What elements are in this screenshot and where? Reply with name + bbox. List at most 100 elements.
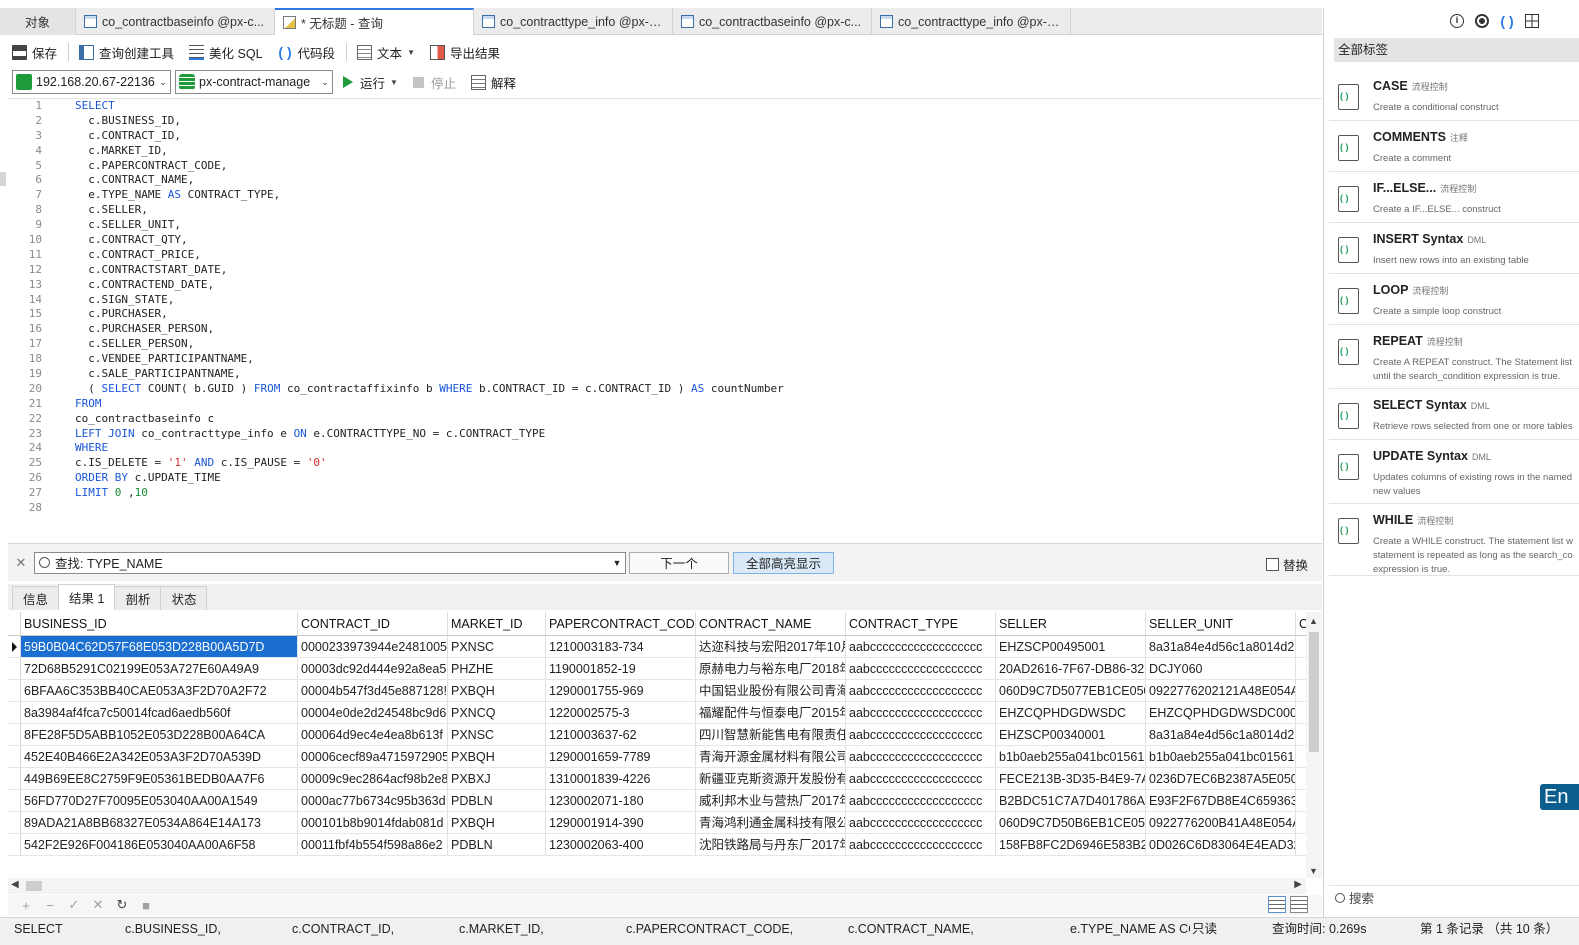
- tab-contractbaseinfo-1[interactable]: co_contractbaseinfo @px-c...: [76, 8, 275, 35]
- row-indicator[interactable]: [8, 812, 21, 833]
- snippet-item[interactable]: COMMENTS注释 Create a comment: [1329, 121, 1579, 172]
- table-cell[interactable]: aabcccccccccccccccccc: [846, 636, 996, 657]
- export-result-button[interactable]: 导出结果: [429, 43, 500, 62]
- row-indicator[interactable]: [8, 724, 21, 745]
- scroll-up-icon[interactable]: ▲: [1309, 616, 1318, 626]
- table-row[interactable]: 72D68B5291C02199E053A727E60A49A9 00003dc9…: [8, 658, 1306, 680]
- table-cell[interactable]: 0922776200B41A48E054A: [1146, 812, 1296, 833]
- table-cell[interactable]: [1296, 768, 1306, 789]
- table-cell[interactable]: 1290001755-969: [546, 680, 696, 701]
- table-cell[interactable]: 1220002575-3: [546, 702, 696, 723]
- snippet-item[interactable]: WHILE流程控制 Create a WHILE construct. The s…: [1329, 504, 1579, 576]
- table-cell[interactable]: 72D68B5291C02199E053A727E60A49A9: [21, 658, 298, 679]
- table-cell[interactable]: aabcccccccccccccccccc: [846, 746, 996, 767]
- table-cell[interactable]: 8a3984af4fca7c50014fcad6aedb560f: [21, 702, 298, 723]
- table-cell[interactable]: PXNSC: [448, 724, 546, 745]
- snippet-item[interactable]: UPDATE SyntaxDML Updates columns of exist…: [1329, 440, 1579, 504]
- table-cell[interactable]: PXNCQ: [448, 702, 546, 723]
- table-cell[interactable]: 0000ac77b6734c95b363d: [298, 790, 448, 811]
- column-header[interactable]: MARKET_ID: [448, 612, 546, 635]
- row-indicator[interactable]: [8, 790, 21, 811]
- column-header[interactable]: BUSINESS_ID: [21, 612, 298, 635]
- row-indicator[interactable]: [8, 768, 21, 789]
- table-cell[interactable]: 00006cecf89a4715972905: [298, 746, 448, 767]
- table-cell[interactable]: 四川智慧新能售电有限责任公: [696, 724, 846, 745]
- ime-indicator[interactable]: En: [1540, 784, 1579, 810]
- table-cell[interactable]: b1b0aeb255a041bc01561: [996, 746, 1146, 767]
- snippet-item[interactable]: REPEAT流程控制 Create A REPEAT construct. The…: [1329, 325, 1579, 389]
- table-cell[interactable]: 青海开源金属材料有限公司与: [696, 746, 846, 767]
- table-cell[interactable]: [1296, 658, 1306, 679]
- column-header[interactable]: CONTRACT_TYPE: [846, 612, 996, 635]
- table-cell[interactable]: 1310001839-4226: [546, 768, 696, 789]
- tab-objects[interactable]: 对象: [0, 8, 76, 35]
- column-header[interactable]: CONTRACT_NAME: [696, 612, 846, 635]
- table-cell[interactable]: aabcccccccccccccccccc: [846, 768, 996, 789]
- table-cell[interactable]: EHZCQPHDGDWSDC0001: [1146, 702, 1296, 723]
- table-cell[interactable]: 060D9C7D5077EB1CE050: [996, 680, 1146, 701]
- table-cell[interactable]: EHZSCP00340001: [996, 724, 1146, 745]
- column-header[interactable]: SELLER_UNIT: [1146, 612, 1296, 635]
- snippet-item[interactable]: LOOP流程控制 Create a simple loop construct: [1329, 274, 1579, 325]
- table-cell[interactable]: 56FD770D27F70095E053040AA00A1549: [21, 790, 298, 811]
- table-cell[interactable]: B2BDC51C7A7D401786A7: [996, 790, 1146, 811]
- table-cell[interactable]: 158FB8FC2D6946E583B2C: [996, 834, 1146, 855]
- apply-check-icon[interactable]: ✓: [62, 897, 86, 913]
- table-cell[interactable]: 00011fbf4b554f598a86e2: [298, 834, 448, 855]
- table-cell[interactable]: 1210003637-62: [546, 724, 696, 745]
- table-cell[interactable]: FECE213B-3D35-B4E9-7AI: [996, 768, 1146, 789]
- table-row[interactable]: 8a3984af4fca7c50014fcad6aedb560f 00004e0d…: [8, 702, 1306, 724]
- eye-icon[interactable]: [1475, 14, 1489, 28]
- row-indicator[interactable]: [8, 636, 21, 657]
- table-row[interactable]: 8FE28F5D5ABB1052E053D228B00A64CA 000064d9…: [8, 724, 1306, 746]
- table-cell[interactable]: PXBQH: [448, 680, 546, 701]
- explain-button[interactable]: 解释: [470, 73, 516, 92]
- table-row[interactable]: 452E40B466E2A342E053A3F2D70A539D 00006cec…: [8, 746, 1306, 768]
- close-icon[interactable]: ✕: [8, 555, 34, 571]
- table-row[interactable]: 6BFAA6C353BB40CAE053A3F2D70A2F72 00004b54…: [8, 680, 1306, 702]
- table-cell[interactable]: 8FE28F5D5ABB1052E053D228B00A64CA: [21, 724, 298, 745]
- grid-view-icon[interactable]: [1268, 896, 1286, 913]
- table-cell[interactable]: PXNSC: [448, 636, 546, 657]
- tab-untitled-query[interactable]: * 无标题 - 查询: [275, 8, 474, 35]
- table-cell[interactable]: 1190001852-19: [546, 658, 696, 679]
- tag-filter[interactable]: 全部标签: [1334, 38, 1579, 62]
- replace-checkbox[interactable]: [1265, 558, 1279, 571]
- table-cell[interactable]: PDBLN: [448, 834, 546, 855]
- table-cell[interactable]: 20AD2616-7F67-DB86-32I: [996, 658, 1146, 679]
- result-grid[interactable]: BUSINESS_ID CONTRACT_ID MARKET_ID PAPERC…: [8, 612, 1306, 856]
- table-cell[interactable]: 1210003183-734: [546, 636, 696, 657]
- tab-result-1[interactable]: 结果 1: [58, 584, 116, 610]
- scroll-right-icon[interactable]: ▶: [1294, 879, 1302, 890]
- column-header[interactable]: CONTRACT_ID: [298, 612, 448, 635]
- table-row[interactable]: 449B69EE8C2759F9E05361BEDB0AA7F6 00009c9e…: [8, 768, 1306, 790]
- table-cell[interactable]: [1296, 812, 1306, 833]
- table-cell[interactable]: 0000233973944e2481005: [298, 636, 448, 657]
- run-button[interactable]: 运行 ▼: [343, 73, 398, 92]
- snippet-item[interactable]: CASE流程控制 Create a conditional construct: [1329, 70, 1579, 121]
- table-cell[interactable]: [1296, 746, 1306, 767]
- table-cell[interactable]: [1296, 790, 1306, 811]
- tab-info[interactable]: 信息: [12, 586, 60, 610]
- layout-icon[interactable]: [1525, 14, 1539, 28]
- tab-contractbaseinfo-2[interactable]: co_contractbaseinfo @px-c...: [673, 8, 872, 35]
- table-cell[interactable]: 542F2E926F004186E053040AA00A6F58: [21, 834, 298, 855]
- table-cell[interactable]: 00009c9ec2864acf98b2e8: [298, 768, 448, 789]
- table-cell[interactable]: 8a31a84e4d56c1a8014d2: [1146, 636, 1296, 657]
- table-cell[interactable]: PXBQH: [448, 746, 546, 767]
- table-cell[interactable]: 1230002071-180: [546, 790, 696, 811]
- horizontal-scrollbar[interactable]: ◀ ▶: [8, 878, 1306, 894]
- highlight-all-button[interactable]: 全部高亮显示: [733, 551, 834, 574]
- connection-select[interactable]: 192.168.20.67-22136 ⌄: [12, 70, 171, 94]
- table-cell[interactable]: 1290001914-390: [546, 812, 696, 833]
- form-view-icon[interactable]: [1290, 896, 1308, 913]
- table-cell[interactable]: 449B69EE8C2759F9E05361BEDB0AA7F6: [21, 768, 298, 789]
- table-row[interactable]: 59B0B04C62D57F68E053D228B00A5D7D 00002339…: [8, 636, 1306, 658]
- row-indicator[interactable]: [8, 658, 21, 679]
- table-cell[interactable]: 00003dc92d444e92a8ea5: [298, 658, 448, 679]
- stop-button[interactable]: 停止: [412, 73, 456, 92]
- column-header[interactable]: SELLER: [996, 612, 1146, 635]
- table-cell[interactable]: 新疆亚克斯资源开发股份有限: [696, 768, 846, 789]
- tab-contracttype-info-2[interactable]: co_contracttype_info @px-c...: [872, 8, 1071, 35]
- table-cell[interactable]: aabcccccccccccccccccc: [846, 658, 996, 679]
